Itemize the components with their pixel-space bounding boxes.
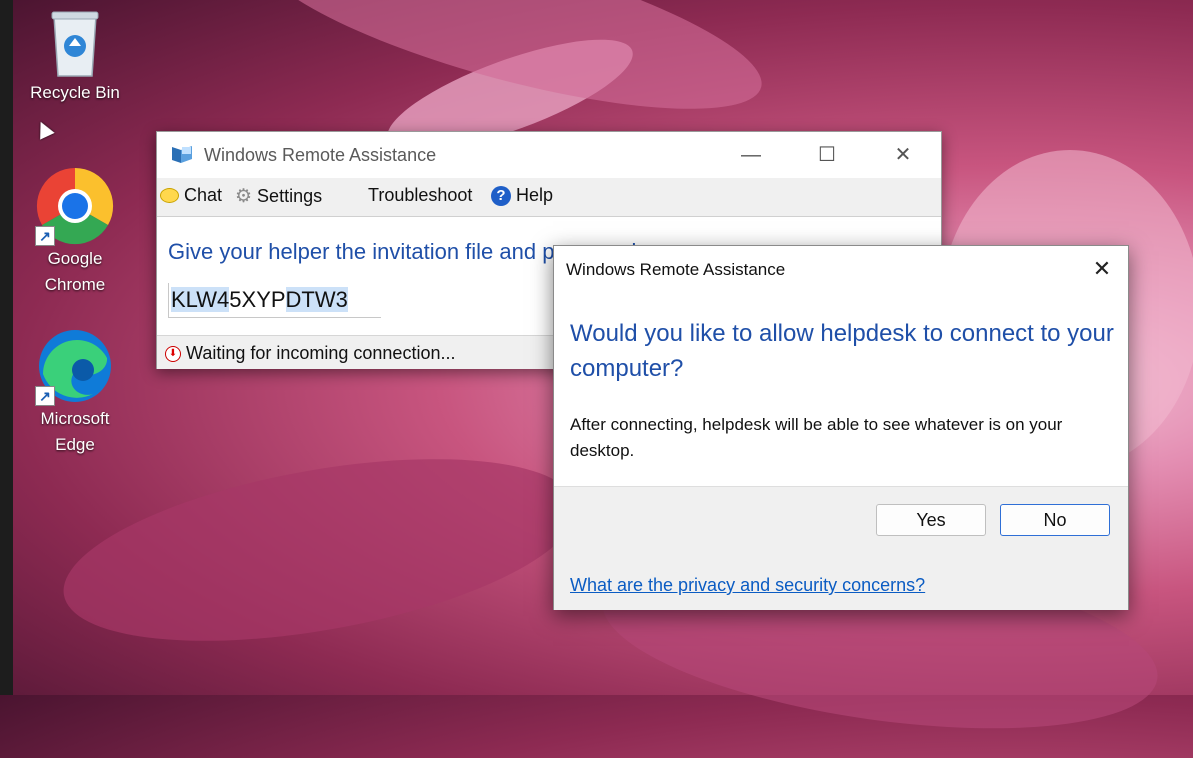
menu-bar: Chat ⚙ Settings Troubleshoot ? Help: [157, 178, 941, 217]
menu-help-label: Help: [516, 185, 554, 205]
menu-chat-label: Chat: [184, 185, 223, 205]
menu-help[interactable]: ? Help: [491, 185, 553, 206]
chrome-icon: ↗: [35, 166, 115, 246]
shortcut-arrow-icon: ↗: [35, 386, 55, 406]
dialog-close-button[interactable]: ✕: [1076, 246, 1128, 292]
no-button[interactable]: No: [1000, 504, 1110, 536]
dialog-heading: Would you like to allow helpdesk to conn…: [570, 320, 1114, 382]
desktop-icon-label: Microsoft: [40, 409, 110, 428]
window-titlebar[interactable]: Windows Remote Assistance — ☐ ✕: [157, 132, 941, 178]
close-button[interactable]: ✕: [873, 132, 933, 178]
privacy-concerns-link[interactable]: What are the privacy and security concer…: [570, 575, 925, 596]
window-title: Windows Remote Assistance: [204, 145, 437, 165]
password-field[interactable]: KLW45XYPDTW3: [168, 283, 381, 318]
help-icon: ?: [491, 185, 511, 206]
desktop-icon-label: Chrome: [44, 275, 106, 294]
shortcut-arrow-icon: ↗: [35, 226, 55, 246]
minimize-button[interactable]: —: [721, 132, 781, 178]
chat-bubble-icon: [160, 188, 179, 203]
desktop-icon-recycle-bin[interactable]: Recycle Bin: [25, 10, 125, 106]
desktop-icon-google-chrome[interactable]: ↗ Google Chrome: [25, 166, 125, 298]
screen-bezel: [0, 0, 13, 695]
gear-icon: ⚙: [235, 186, 253, 207]
desktop-icon-label: Recycle Bin: [30, 83, 120, 102]
recycle-bin-icon: [46, 10, 104, 80]
edge-icon: ↗: [35, 326, 115, 406]
maximize-button[interactable]: ☐: [797, 132, 857, 178]
yes-button[interactable]: Yes: [876, 504, 986, 536]
menu-chat[interactable]: Chat: [160, 185, 222, 206]
desktop-icon-label: Google: [47, 249, 103, 268]
menu-troubleshoot-label: Troubleshoot: [368, 185, 473, 205]
wallpaper-petal: [50, 426, 590, 674]
desktop-icon-label: Edge: [55, 435, 95, 454]
menu-troubleshoot[interactable]: Troubleshoot: [368, 185, 472, 206]
password-part: KLW4: [171, 287, 230, 312]
dialog-body: After connecting, helpdesk will be able …: [570, 415, 1063, 460]
status-text: Waiting for incoming connection...: [186, 343, 456, 363]
connection-request-dialog: Windows Remote Assistance ✕ Would you li…: [553, 245, 1129, 610]
menu-settings-label: Settings: [257, 186, 323, 206]
password-part: DTW3: [285, 287, 348, 312]
password-part: 5XYP: [229, 287, 286, 312]
menu-settings[interactable]: ⚙ Settings: [235, 185, 322, 208]
dialog-title: Windows Remote Assistance: [566, 260, 786, 279]
desktop-icon-microsoft-edge[interactable]: ↗ Microsoft Edge: [25, 326, 125, 458]
remote-assistance-app-icon: [172, 146, 192, 163]
dialog-footer: Yes No What are the privacy and security…: [554, 486, 1128, 610]
mouse-cursor-icon: [33, 118, 55, 140]
download-arrow-icon: ⬇: [165, 346, 181, 362]
